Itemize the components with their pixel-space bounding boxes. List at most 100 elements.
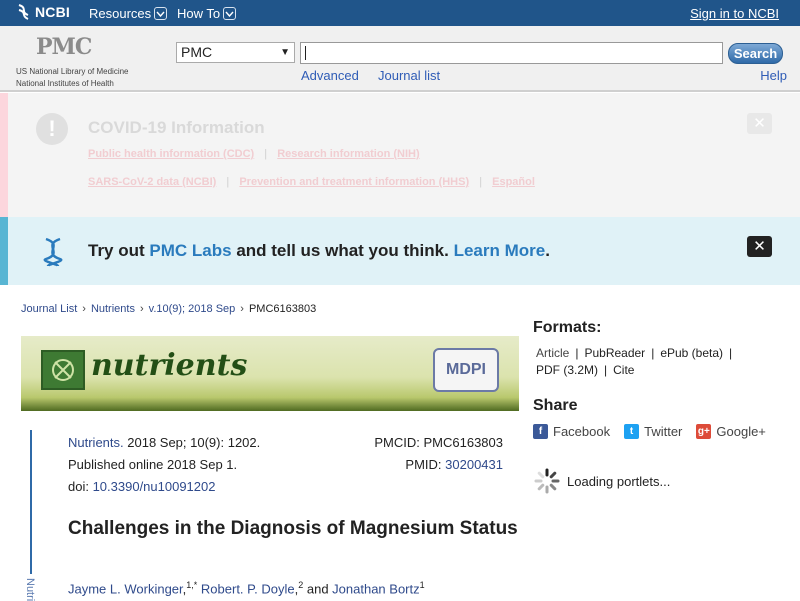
pmc-logo[interactable]: PMC [36, 34, 92, 60]
database-select-value: PMC [181, 44, 213, 60]
format-epub[interactable]: ePub (beta) [660, 346, 723, 360]
breadcrumb-separator: › [82, 303, 86, 315]
mdpi-logo: MDPI [433, 348, 499, 392]
author-affiliation[interactable]: 1 [420, 580, 425, 590]
twitter-icon: t [624, 424, 640, 439]
doi-link[interactable]: 10.3390/nu10091202 [93, 479, 216, 494]
search-input[interactable] [300, 42, 723, 64]
dna-icon [43, 237, 63, 267]
labs-close-button[interactable]: ✕ [747, 236, 772, 257]
ncbi-topbar: NCBI Resources How To Sign in to NCBI [0, 0, 800, 26]
article-title: Challenges in the Diagnosis of Magnesium… [68, 518, 518, 539]
format-pdf[interactable]: PDF (3.2M) [536, 363, 598, 377]
share-twitter-label: Twitter [644, 424, 683, 439]
formats-heading: Formats: [533, 319, 602, 336]
article-citation: Nutrients. 2018 Sep; 10(9): 1202. Publis… [68, 432, 260, 498]
covid-links-row-1: Public health information (CDC) | Resear… [88, 148, 420, 160]
breadcrumb-separator: › [240, 303, 244, 315]
breadcrumb-separator: › [139, 303, 144, 315]
pmc-header: PMC US National Library of Medicine Nati… [0, 26, 800, 92]
sign-in-link[interactable]: Sign in to NCBI [690, 6, 779, 21]
nlm-caption: US National Library of Medicine National… [16, 66, 129, 90]
nih-link[interactable]: Research information (NIH) [277, 148, 419, 160]
nlm-line-2: National Institutes of Health [16, 79, 114, 88]
covid-close-button[interactable]: ✕ [747, 113, 772, 134]
separator: | [479, 176, 483, 188]
formats-list: Article | PubReader | ePub (beta) | PDF (3.2M… [536, 346, 733, 377]
author-affiliation[interactable]: 1,* [186, 580, 197, 590]
format-cite[interactable]: Cite [613, 363, 634, 377]
ncbi-logo[interactable]: NCBI [16, 4, 70, 20]
hhs-link[interactable]: Prevention and treatment information (HH… [239, 176, 469, 188]
format-article: Article [536, 346, 570, 360]
ncbi-data-link[interactable]: SARS-CoV-2 data (NCBI) [88, 176, 216, 188]
howto-label: How To [177, 6, 221, 21]
howto-menu[interactable]: How To [177, 6, 237, 21]
loading-text: Loading portlets... [567, 473, 671, 489]
author-link[interactable]: Robert. P. Doyle [201, 581, 295, 596]
share-heading: Share [533, 397, 578, 414]
labs-message: Try out PMC Labs and tell us what you th… [88, 241, 550, 261]
breadcrumb-current: PMC6163803 [248, 303, 317, 315]
dropdown-arrow-icon: ▼ [280, 47, 290, 58]
advanced-search-link[interactable]: Advanced [301, 68, 359, 83]
share-facebook-label: Facebook [553, 424, 611, 439]
espanol-link[interactable]: Español [492, 176, 535, 188]
share-links: f Facebook t Twitter g+ Google+ [533, 424, 766, 439]
author-link[interactable]: Jayme L. Workinger [68, 581, 183, 596]
share-twitter[interactable]: t Twitter [624, 424, 682, 439]
ncbi-logo-text: NCBI [35, 4, 71, 20]
pmid-link[interactable]: 30200431 [445, 457, 503, 472]
article-ids: PMCID: PMC6163803 PMID: 30200431 [369, 432, 503, 476]
journal-list-link[interactable]: Journal list [378, 68, 440, 83]
separator: | [226, 176, 230, 188]
pmc-labs-link[interactable]: PMC Labs [149, 241, 231, 260]
resources-label: Resources [89, 6, 152, 21]
google-plus-icon: g+ [696, 424, 712, 439]
labs-middle: and tell us what you think. [231, 241, 454, 260]
and-word: and [303, 581, 333, 597]
separator: | [264, 148, 268, 160]
doi-label: doi: [68, 479, 93, 494]
pmcid: PMCID: PMC6163803 [374, 435, 503, 450]
vertical-journal-label: Nutri [24, 578, 36, 601]
learn-more-link[interactable]: Learn More [454, 241, 546, 260]
breadcrumb-journal-list[interactable]: Journal List [21, 303, 77, 315]
side-accent-bar [30, 430, 32, 574]
journal-banner[interactable]: nutrients MDPI [21, 336, 519, 411]
journal-link[interactable]: Nutrients. [68, 435, 124, 450]
covid-links-row-2: SARS-CoV-2 data (NCBI) | Prevention and … [88, 176, 535, 188]
pmc-labs-banner: Try out PMC Labs and tell us what you th… [0, 217, 800, 285]
resources-menu[interactable]: Resources [89, 6, 168, 21]
help-link[interactable]: Help [760, 68, 787, 83]
ncbi-helix-icon [18, 4, 29, 20]
journal-name: nutrients [91, 348, 248, 383]
covid-title: COVID-19 Information [88, 118, 265, 137]
labs-suffix: . [545, 241, 550, 260]
author-list: Jayme L. Workinger,1,* Robert. P. Doyle,… [68, 580, 425, 597]
exclamation-icon: ! [36, 113, 68, 145]
loading-spinner-icon [534, 468, 560, 494]
breadcrumb: Journal List › Nutrients › v.10(9); 2018… [21, 303, 316, 315]
nlm-line-1: US National Library of Medicine [16, 67, 129, 76]
journal-logo-icon [41, 350, 85, 390]
share-google-plus-label: Google+ [716, 424, 766, 439]
text-caret [305, 46, 306, 60]
cdc-link[interactable]: Public health information (CDC) [88, 148, 254, 160]
format-pubreader[interactable]: PubReader [584, 346, 645, 360]
breadcrumb-issue[interactable]: v.10(9); 2018 Sep [149, 303, 236, 315]
chevron-down-icon [154, 7, 168, 20]
database-select[interactable]: PMC ▼ [176, 42, 295, 63]
covid-banner: ! COVID-19 Information Public health inf… [0, 93, 800, 217]
citation-text: 2018 Sep; 10(9): 1202. [123, 435, 261, 450]
published-date: Published online 2018 Sep 1. [68, 457, 238, 472]
search-button[interactable]: Search [728, 43, 783, 64]
chevron-down-icon [223, 7, 237, 20]
share-facebook[interactable]: f Facebook [533, 424, 610, 439]
labs-prefix: Try out [88, 241, 150, 260]
share-google-plus[interactable]: g+ Google+ [696, 424, 766, 439]
pmc-logo-text: PMC [36, 34, 92, 60]
loading-portlets: Loading portlets... [533, 467, 670, 495]
author-link[interactable]: Jonathan Bortz [332, 581, 419, 596]
breadcrumb-nutrients[interactable]: Nutrients [91, 303, 135, 315]
